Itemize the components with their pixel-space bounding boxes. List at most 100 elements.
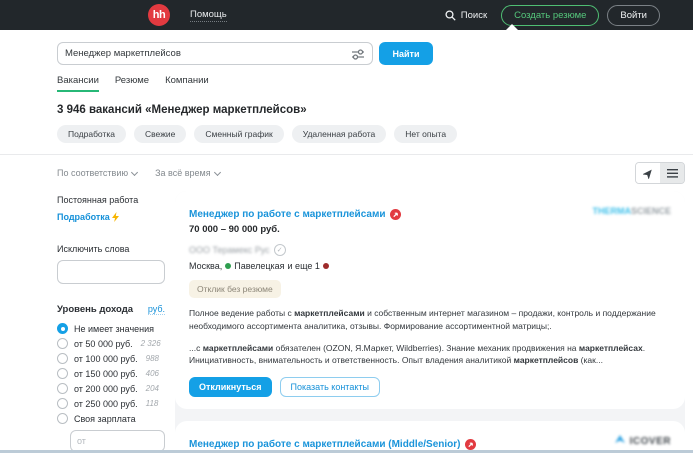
advanced-search-icon[interactable] bbox=[351, 48, 365, 60]
income-option-100000[interactable]: от 100 000 руб. 988 bbox=[57, 353, 165, 364]
tab-vacancies[interactable]: Вакансии bbox=[57, 75, 99, 92]
radio-icon bbox=[57, 338, 68, 349]
chevron-down-icon bbox=[131, 168, 139, 176]
income-header: Уровень дохода руб. bbox=[57, 304, 165, 315]
income-options: Не имеет значения от 50 000 руб. 2 326 о… bbox=[57, 323, 165, 424]
income-option-label: Не имеет значения bbox=[74, 323, 155, 334]
help-link[interactable]: Помощь bbox=[190, 9, 227, 22]
search-input[interactable]: Менеджер маркетплейсов bbox=[57, 42, 373, 65]
metro-station: Павелецкая bbox=[234, 261, 285, 271]
income-option-count: 988 bbox=[145, 354, 159, 363]
logo-text: SCIENCE bbox=[630, 206, 671, 216]
period-dropdown[interactable]: За всё время bbox=[155, 168, 221, 178]
show-contacts-button[interactable]: Показать контакты bbox=[279, 377, 380, 397]
chip-smenny-grafik[interactable]: Сменный график bbox=[194, 125, 284, 143]
search-query-text: Менеджер маркетплейсов bbox=[65, 48, 181, 59]
company-logo-thermascience[interactable]: THERMASCIENCE bbox=[592, 201, 671, 219]
vacancy-description-2: ...с маркетплейсами обязателен (OZON, Я.… bbox=[189, 342, 646, 366]
geo-arrow-icon bbox=[642, 169, 652, 179]
vacancy-card: THERMASCIENCE Менеджер по работе с марке… bbox=[175, 191, 685, 409]
logo-mark bbox=[615, 435, 626, 443]
tab-companies[interactable]: Компании bbox=[165, 75, 209, 92]
vacancy-description-1: Полное ведение работы с маркетплейсами и… bbox=[189, 308, 656, 331]
vacancy-salary: 70 000 – 90 000 руб. bbox=[189, 224, 280, 235]
chevron-down-icon bbox=[213, 168, 221, 176]
income-option-label: от 250 000 руб. bbox=[74, 398, 138, 409]
income-option-label: от 100 000 руб. bbox=[74, 353, 138, 364]
vacancy-title-link[interactable]: Менеджер по работе с маркетплейсами (Mid… bbox=[189, 439, 460, 450]
metro-line-dot-red bbox=[322, 263, 329, 269]
custom-salary-input[interactable] bbox=[70, 430, 165, 452]
promoted-vacancy-icon bbox=[390, 209, 402, 220]
income-option-label: от 50 000 руб. bbox=[74, 338, 133, 349]
sort-by-label: По соответствию bbox=[57, 168, 129, 178]
chip-svezhie[interactable]: Свежие bbox=[134, 125, 187, 143]
vacancy-list: THERMASCIENCE Менеджер по работе с марке… bbox=[175, 191, 685, 453]
income-option-label: от 150 000 руб. bbox=[74, 368, 138, 379]
hh-search-page: hh Помощь Поиск Создать резюме Войти Мен… bbox=[0, 0, 693, 453]
company-row[interactable]: ООО Терамекс Рус ✓ bbox=[189, 244, 671, 256]
period-label: За всё время bbox=[155, 168, 211, 178]
chip-podrabotka[interactable]: Подработка bbox=[57, 125, 126, 143]
radio-selected-icon bbox=[57, 323, 68, 334]
metro-more: и еще 1 bbox=[287, 261, 320, 271]
currency-link[interactable]: руб. bbox=[147, 304, 165, 315]
find-button[interactable]: Найти bbox=[379, 42, 433, 65]
radio-icon bbox=[57, 398, 68, 409]
list-icon bbox=[666, 168, 678, 178]
create-resume-button[interactable]: Создать резюме bbox=[501, 4, 600, 26]
radio-icon bbox=[57, 383, 68, 394]
top-navigation-bar: hh Помощь Поиск Создать резюме Войти bbox=[0, 0, 693, 30]
divider bbox=[0, 154, 693, 155]
apply-button[interactable]: Откликнуться bbox=[189, 377, 272, 397]
filter-part-time-link[interactable]: Подработка bbox=[57, 212, 165, 222]
income-option-label: Своя зарплата bbox=[74, 413, 136, 424]
results-title: 3 946 вакансий «Менеджер маркетплейсов» bbox=[57, 104, 307, 116]
results-body: Постоянная работа Подработка Исключить с… bbox=[57, 191, 685, 453]
radio-icon bbox=[57, 413, 68, 424]
exclude-words-input[interactable] bbox=[57, 260, 165, 284]
header-search-label: Поиск bbox=[460, 9, 488, 21]
metro-line-dot-green bbox=[225, 263, 232, 269]
quick-apply-badge: Отклик без резюме bbox=[189, 280, 281, 298]
vacancy-card: ICOVER Менеджер по работе с маркетплейса… bbox=[175, 421, 685, 453]
logo-text: ICOVER bbox=[629, 436, 671, 447]
city-label: Москва, bbox=[189, 261, 223, 271]
vacancy-location: Москва, Павелецкая и еще 1 bbox=[189, 261, 671, 271]
hh-logo[interactable]: hh bbox=[148, 4, 170, 26]
map-view-button[interactable] bbox=[636, 163, 660, 183]
list-view-button[interactable] bbox=[660, 163, 684, 183]
income-option-250000[interactable]: от 250 000 руб. 118 bbox=[57, 398, 165, 409]
company-logo-icover[interactable]: ICOVER bbox=[615, 431, 671, 449]
chip-net-opyta[interactable]: Нет опыта bbox=[394, 125, 458, 143]
radio-icon bbox=[57, 368, 68, 379]
radio-icon bbox=[57, 353, 68, 364]
logo-text: THERMA bbox=[592, 206, 631, 216]
lightning-icon bbox=[111, 212, 119, 222]
login-button[interactable]: Войти bbox=[607, 4, 660, 26]
income-option-label: от 200 000 руб. bbox=[74, 383, 138, 394]
filter-permanent-work[interactable]: Постоянная работа bbox=[57, 195, 165, 205]
income-option-50000[interactable]: от 50 000 руб. 2 326 bbox=[57, 338, 165, 349]
income-option-custom[interactable]: Своя зарплата bbox=[57, 413, 165, 424]
income-option-count: 2 326 bbox=[140, 339, 161, 348]
income-option-count: 204 bbox=[145, 384, 159, 393]
exclude-words-label: Исключить слова bbox=[57, 244, 130, 254]
income-label: Уровень дохода bbox=[57, 304, 134, 315]
sort-bar: По соответствию За всё время bbox=[57, 162, 685, 184]
income-option-count: 118 bbox=[145, 399, 159, 408]
vacancy-title-link[interactable]: Менеджер по работе с маркетплейсами bbox=[189, 209, 385, 220]
tab-resumes[interactable]: Резюме bbox=[115, 75, 149, 92]
income-option-150000[interactable]: от 150 000 руб. 406 bbox=[57, 368, 165, 379]
vacancy-actions: Откликнуться Показать контакты bbox=[189, 377, 671, 397]
verified-company-icon: ✓ bbox=[273, 244, 286, 256]
vacancy-search-bar: Менеджер маркетплейсов Найти bbox=[57, 42, 685, 65]
income-option-any[interactable]: Не имеет значения bbox=[57, 323, 165, 334]
header-search-button[interactable]: Поиск bbox=[445, 10, 487, 21]
view-toggle bbox=[635, 162, 685, 184]
chip-udalennaya-rabota[interactable]: Удаленная работа bbox=[291, 125, 387, 143]
income-option-200000[interactable]: от 200 000 руб. 204 bbox=[57, 383, 165, 394]
promoted-vacancy-icon bbox=[465, 439, 477, 450]
part-time-label: Подработка bbox=[57, 212, 110, 222]
sort-by-dropdown[interactable]: По соответствию bbox=[57, 168, 139, 178]
